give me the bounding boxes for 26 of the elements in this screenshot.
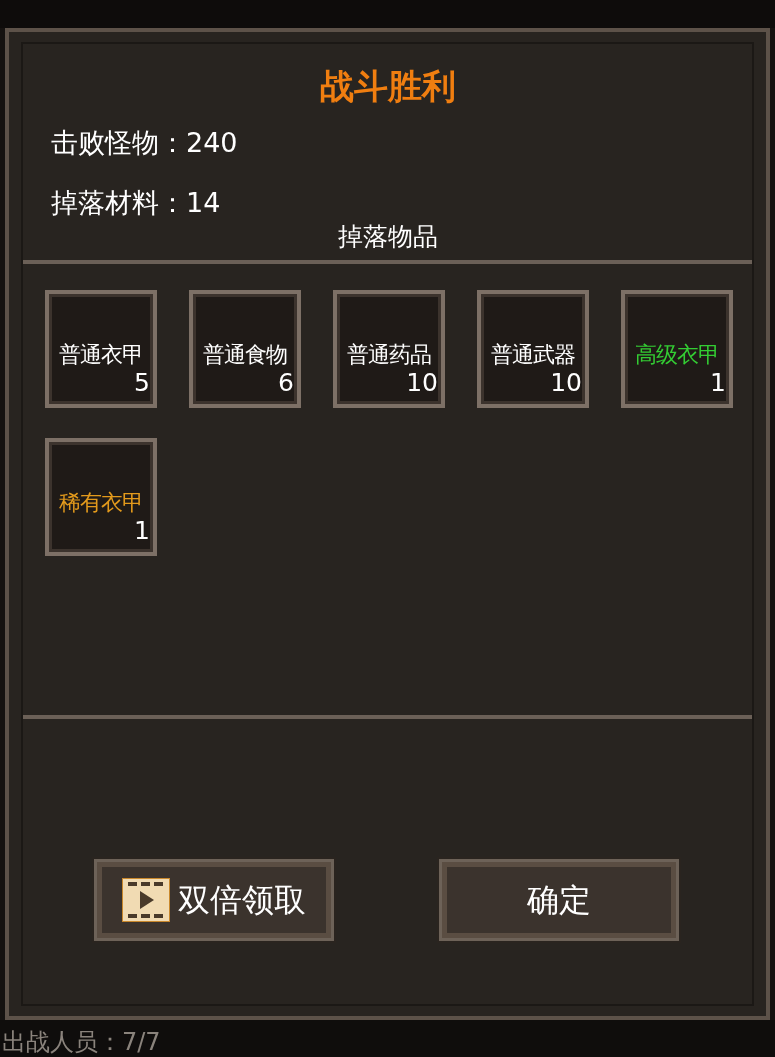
item-name: 高级衣甲 (634, 342, 720, 369)
stat-line: 击败怪物：240 (51, 126, 239, 160)
action-button[interactable]: 确定 (439, 858, 679, 941)
footer-text: 出战人员：7/7 (2, 1028, 161, 1056)
action-button[interactable]: 双倍领取 (94, 858, 334, 941)
item-count: 1 (133, 516, 150, 546)
stat-line: 掉落材料：14 (51, 187, 222, 220)
item-name: 稀有衣甲 (58, 490, 144, 517)
item-slot[interactable]: 高级衣甲 1 (621, 289, 733, 408)
video-play-icon (122, 877, 170, 922)
item-name: 普通武器 (490, 342, 576, 369)
item-count: 10 (549, 368, 582, 398)
item-slot[interactable]: 普通武器 10 (477, 289, 589, 408)
item-name: 普通药品 (346, 342, 432, 369)
item-count: 10 (405, 368, 438, 398)
item-name: 普通食物 (202, 342, 288, 369)
item-slot[interactable]: 普通药品 10 (333, 289, 445, 408)
item-slot[interactable]: 普通衣甲 5 (45, 289, 157, 408)
item-count: 5 (133, 368, 150, 398)
item-slot[interactable]: 稀有衣甲 1 (45, 437, 157, 556)
item-slot[interactable]: 普通食物 6 (189, 289, 301, 408)
item-count: 6 (277, 368, 294, 398)
item-name: 普通衣甲 (58, 342, 144, 369)
item-count: 1 (709, 368, 726, 398)
section-title: 掉落物品 (336, 221, 439, 252)
dialog-title: 战斗胜利 (318, 66, 457, 107)
